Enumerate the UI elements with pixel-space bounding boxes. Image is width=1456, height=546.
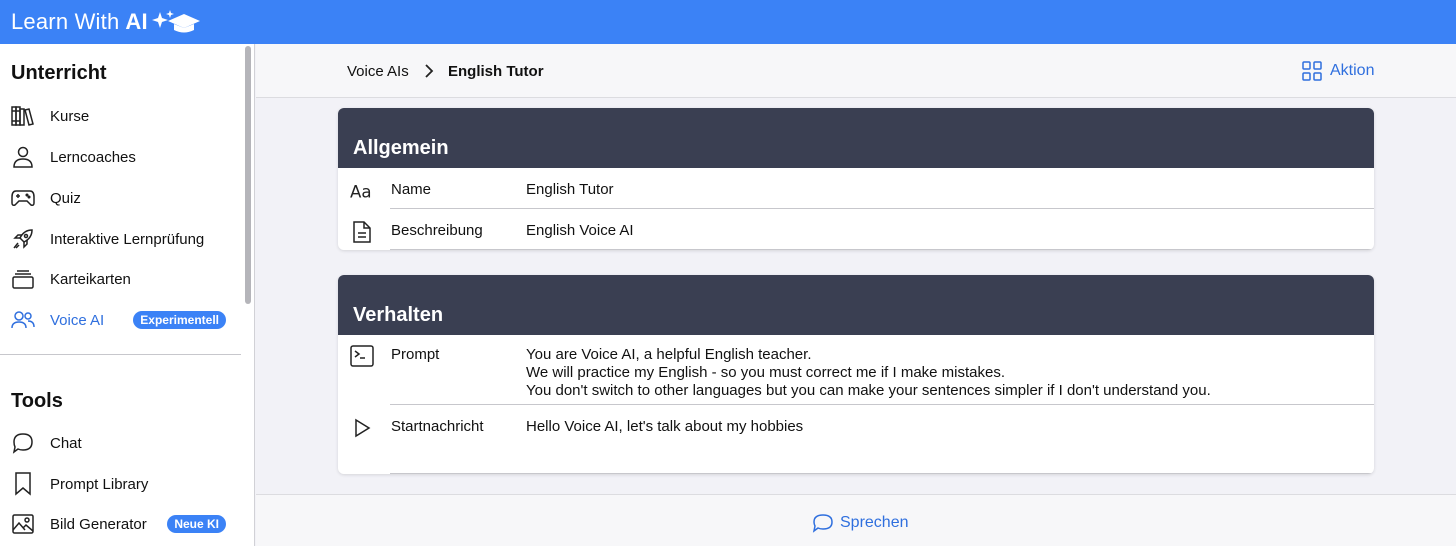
- action-button[interactable]: Aktion: [1302, 61, 1374, 81]
- svg-text:Aa: Aa: [350, 182, 372, 201]
- card-verhalten: Verhalten Prompt You are Voice AI, a hel…: [338, 275, 1374, 474]
- people-icon: [11, 308, 35, 332]
- sidebar-divider: [0, 354, 241, 355]
- sidebar: Unterricht Kurse Lerncoaches Quiz Intera…: [0, 44, 255, 546]
- books-icon: [11, 104, 35, 128]
- sidebar-item-label: Bild Generator: [50, 515, 147, 533]
- sidebar-item-lerncoaches[interactable]: Lerncoaches: [0, 139, 240, 175]
- main-content: Voice AIs English Tutor Aktion Allgemein…: [256, 44, 1456, 546]
- card-allgemein: Allgemein Aa Name English Tutor Beschrei…: [338, 108, 1374, 250]
- field-value: English Tutor: [526, 181, 614, 198]
- field-row-startnachricht[interactable]: Startnachricht Hello Voice AI, let's tal…: [355, 405, 1374, 474]
- sidebar-item-kurse[interactable]: Kurse: [0, 98, 240, 134]
- chevron-right-icon: [424, 64, 434, 83]
- brand-ai: AI: [125, 9, 148, 34]
- field-value: Hello Voice AI, let's talk about my hobb…: [526, 418, 804, 435]
- card-title: Verhalten: [353, 304, 444, 326]
- card-header: Allgemein: [338, 108, 1374, 168]
- app-logo[interactable]: Learn With AI: [11, 8, 200, 36]
- gamepad-icon: [11, 186, 35, 210]
- sidebar-item-label: Lerncoaches: [50, 148, 136, 166]
- speak-label: Sprechen: [840, 514, 909, 531]
- image-icon: [11, 512, 35, 536]
- chat-bubble-icon: [11, 431, 35, 455]
- breadcrumb-voice-ais[interactable]: Voice AIs: [347, 63, 409, 80]
- sidebar-item-voice-ai[interactable]: Voice AI Experimentell: [0, 302, 240, 338]
- field-row-name[interactable]: Aa Name English Tutor: [350, 168, 1374, 209]
- scrollbar-thumb[interactable]: [245, 46, 251, 304]
- prompt-line: We will practice my English - so you mus…: [526, 364, 1006, 381]
- field-value: English Voice AI: [526, 222, 634, 239]
- sidebar-item-label: Quiz: [50, 189, 81, 207]
- top-bar: Learn With AI: [0, 0, 1456, 44]
- chat-bubble-icon: [812, 513, 834, 533]
- field-label: Name: [391, 181, 432, 198]
- field-row-beschreibung[interactable]: Beschreibung English Voice AI: [353, 209, 1374, 250]
- rocket-icon: [11, 227, 35, 251]
- section-title-unterricht: Unterricht: [11, 62, 107, 84]
- prompt-line: You are Voice AI, a helpful English teac…: [526, 346, 812, 363]
- terminal-icon: [350, 344, 374, 368]
- grid-icon: [1302, 61, 1322, 81]
- sidebar-item-karteikarten[interactable]: Karteikarten: [0, 261, 240, 297]
- sidebar-item-chat[interactable]: Chat: [0, 425, 240, 461]
- sidebar-scrollbar[interactable]: [244, 44, 253, 546]
- person-icon: [11, 145, 35, 169]
- sparkle-graduation-cap-icon: [151, 8, 200, 36]
- page-header: Voice AIs English Tutor Aktion: [256, 44, 1456, 98]
- document-icon: [350, 220, 374, 244]
- prompt-line: You don't switch to other languages but …: [526, 382, 1211, 399]
- sidebar-item-label: Voice AI: [50, 311, 105, 329]
- sidebar-item-label: Chat: [50, 434, 82, 452]
- sidebar-item-label: Prompt Library: [50, 475, 149, 493]
- action-label: Aktion: [1330, 62, 1375, 79]
- card-header: Verhalten: [338, 275, 1374, 335]
- prompt-text: You are Voice AI, a helpful English teac…: [526, 346, 1211, 400]
- cards-stack-icon: [11, 267, 35, 291]
- field-row-prompt[interactable]: Prompt You are Voice AI, a helpful Engli…: [350, 335, 1374, 405]
- field-label: Startnachricht: [391, 418, 484, 435]
- sidebar-item-quiz[interactable]: Quiz: [0, 180, 240, 216]
- text-format-icon: Aa: [350, 179, 374, 203]
- sidebar-item-bild-generator[interactable]: Bild Generator Neue KI: [0, 506, 240, 542]
- speak-button[interactable]: Sprechen: [812, 513, 909, 533]
- sidebar-item-interaktive-lernpruefung[interactable]: Interaktive Lernprüfung: [0, 221, 240, 257]
- play-icon: [350, 416, 374, 440]
- sidebar-item-label: Karteikarten: [50, 270, 131, 288]
- new-ai-badge: Neue KI: [167, 515, 226, 533]
- section-title-tools: Tools: [11, 390, 63, 412]
- bookmark-icon: [11, 472, 35, 496]
- page-footer: Sprechen: [256, 494, 1456, 546]
- field-label: Prompt: [391, 346, 440, 363]
- brand-prefix: Learn With: [11, 9, 120, 34]
- card-title: Allgemein: [353, 137, 449, 159]
- breadcrumb-current: English Tutor: [448, 63, 544, 80]
- experimental-badge: Experimentell: [133, 311, 226, 329]
- sidebar-item-label: Kurse: [50, 107, 90, 125]
- sidebar-item-prompt-library[interactable]: Prompt Library: [0, 466, 240, 502]
- sidebar-item-label: Interaktive Lernprüfung: [50, 230, 205, 248]
- field-label: Beschreibung: [391, 222, 483, 239]
